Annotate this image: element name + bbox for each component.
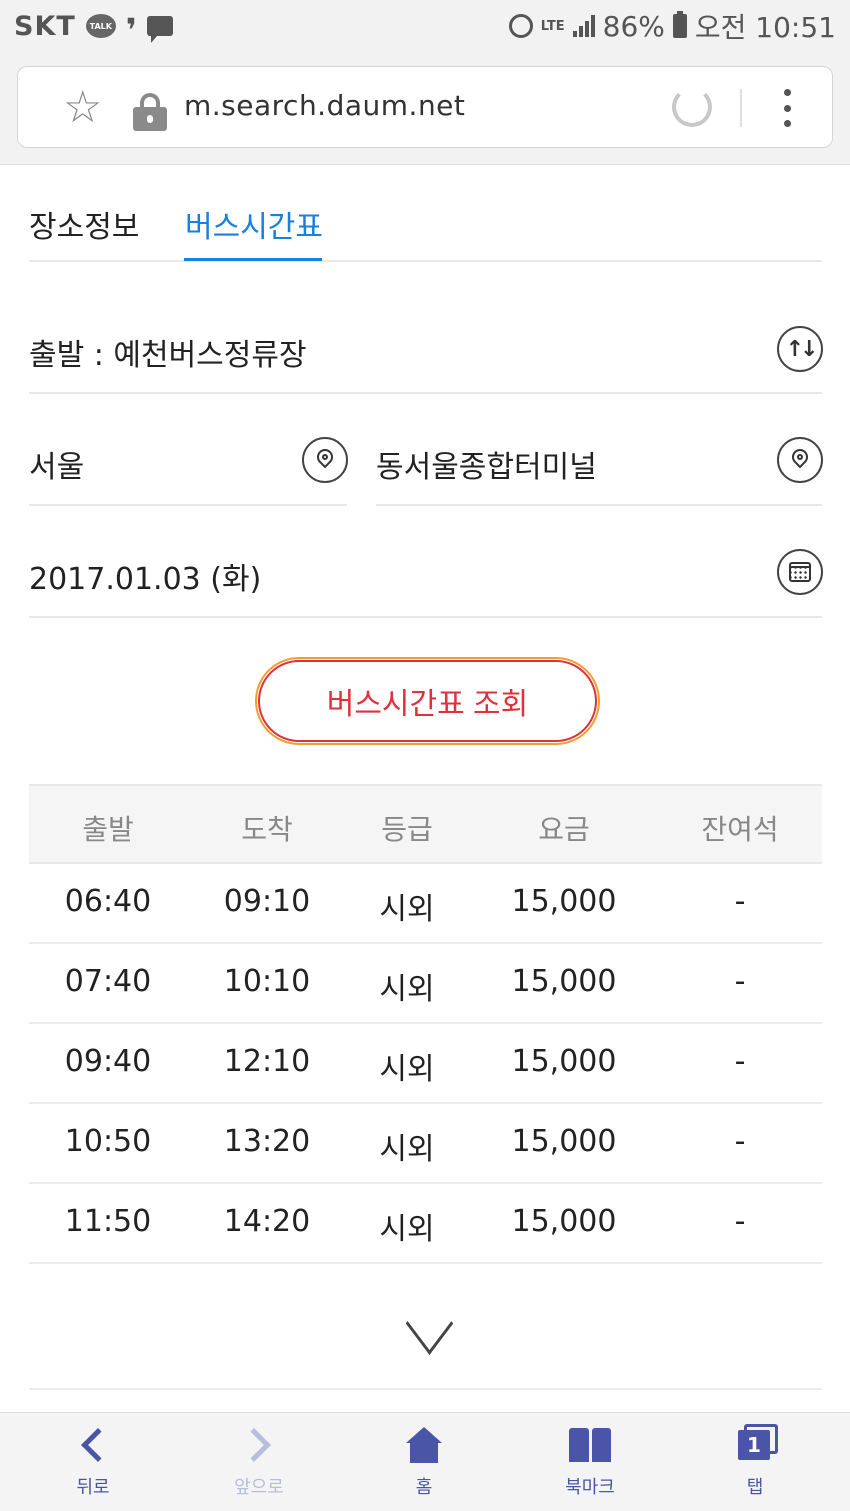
table-row[interactable]: 10:50 13:20 시외 15,000 - (29, 1104, 822, 1184)
divider (29, 1388, 822, 1390)
bookmark-icon (569, 1428, 611, 1462)
location-pin-icon (791, 449, 809, 471)
cell-arrival: 13:20 (223, 1124, 311, 1159)
chevron-down-icon[interactable] (403, 1304, 453, 1354)
cell-seats: - (734, 1124, 746, 1159)
home-label: 홈 (415, 1477, 433, 1498)
cell-fare: 15,000 (511, 1204, 617, 1239)
cell-fare: 15,000 (511, 1124, 617, 1159)
destination-city[interactable]: 서울 (29, 442, 84, 486)
calendar-button[interactable] (777, 549, 823, 595)
search-timetable-button[interactable]: 버스시간표 조회 (255, 657, 600, 745)
cell-seats: - (734, 884, 746, 919)
cell-fare: 15,000 (511, 1044, 617, 1079)
destination-terminal[interactable]: 동서울종합터미널 (376, 442, 597, 486)
tab-place-info[interactable]: 장소정보 (29, 202, 139, 246)
forward-icon (237, 1428, 271, 1462)
cell-departure: 10:50 (64, 1124, 152, 1159)
table-header: 출발 도착 등급 요금 잔여석 (29, 784, 822, 864)
battery-percent: 86% (602, 9, 665, 43)
tabs-label: 탭 (746, 1477, 764, 1498)
carrier-label: SKT (14, 10, 76, 42)
reload-icon[interactable] (672, 87, 712, 127)
departure-label: 출발 : 예천버스정류장 (29, 338, 307, 373)
notification-icon: ❜ (125, 11, 137, 49)
cell-fare: 15,000 (511, 964, 617, 999)
tab-count: 1 (738, 1430, 770, 1460)
divider (29, 504, 347, 506)
bottom-navigation: 뒤로 앞으로 홈 북마크 1 탭 (0, 1412, 850, 1511)
back-icon (81, 1428, 115, 1462)
header-fare: 요금 (538, 813, 590, 846)
table-row[interactable]: 11:50 14:20 시외 15,000 - (29, 1184, 822, 1264)
header-grade: 등급 (381, 813, 433, 846)
divider (376, 504, 822, 506)
url-text[interactable]: m.search.daum.net (184, 89, 465, 122)
lock-icon[interactable] (133, 93, 167, 131)
swap-icon: ↑↓ (785, 336, 819, 362)
forward-button[interactable]: 앞으로 (199, 1423, 319, 1499)
cell-seats: - (734, 1204, 746, 1239)
tabs-button[interactable]: 1 탭 (695, 1423, 815, 1499)
cell-grade: 시외 (379, 1132, 435, 1167)
cell-seats: - (734, 1044, 746, 1079)
divider (29, 392, 822, 394)
active-tab-indicator (184, 258, 322, 261)
signal-icon (572, 15, 595, 37)
cell-arrival: 09:10 (223, 884, 311, 919)
menu-icon[interactable] (783, 89, 791, 127)
bookmark-button[interactable]: 북마크 (530, 1423, 650, 1499)
lte-icon: LTE (540, 18, 565, 34)
status-bar: SKT TALK ❜ LTE 86% 오전 10:51 (0, 0, 850, 52)
forward-label: 앞으로 (234, 1477, 284, 1498)
swap-button[interactable]: ↑↓ (777, 326, 823, 372)
kakaotalk-icon: TALK (85, 14, 116, 38)
cell-departure: 07:40 (64, 964, 152, 999)
calendar-icon (789, 562, 811, 582)
cell-arrival: 14:20 (223, 1204, 311, 1239)
header-arrival: 도착 (241, 813, 293, 846)
cell-grade: 시외 (379, 972, 435, 1007)
message-icon (146, 16, 173, 43)
cell-departure: 06:40 (64, 884, 152, 919)
browser-toolbar: ☆ m.search.daum.net (0, 52, 850, 165)
cell-fare: 15,000 (511, 884, 617, 919)
table-row[interactable]: 09:40 12:10 시외 15,000 - (29, 1024, 822, 1104)
bus-timetable: 출발 도착 등급 요금 잔여석 06:40 09:10 시외 15,000 - … (29, 784, 822, 1264)
back-label: 뒤로 (76, 1477, 110, 1498)
tabs-icon: 1 (738, 1424, 778, 1460)
bookmark-label: 북마크 (565, 1477, 615, 1498)
city-location-button[interactable] (302, 437, 348, 483)
location-pin-icon (316, 449, 334, 471)
address-bar[interactable]: ☆ m.search.daum.net (17, 66, 833, 148)
table-row[interactable]: 06:40 09:10 시외 15,000 - (29, 864, 822, 944)
header-departure: 출발 (82, 813, 134, 846)
battery-icon (672, 11, 687, 38)
terminal-location-button[interactable] (777, 437, 823, 483)
cell-grade: 시외 (379, 892, 435, 927)
cell-seats: - (734, 964, 746, 999)
tab-bar: 장소정보 버스시간표 (29, 166, 822, 262)
toolbar-divider (740, 89, 742, 127)
page-content: 장소정보 버스시간표 출발 : 예천버스정류장 ↑↓ 서울 동서울종합터미널 2… (0, 166, 850, 1412)
date-field[interactable]: 2017.01.03 (화) (29, 554, 261, 598)
alarm-icon (508, 14, 533, 38)
cell-departure: 11:50 (64, 1204, 152, 1239)
back-button[interactable]: 뒤로 (33, 1423, 153, 1499)
header-seats: 잔여석 (701, 813, 779, 846)
cell-grade: 시외 (379, 1052, 435, 1087)
cell-grade: 시외 (379, 1212, 435, 1247)
star-icon[interactable]: ☆ (63, 86, 102, 130)
talk-badge: TALK (89, 21, 112, 31)
home-icon (406, 1427, 442, 1463)
cell-arrival: 12:10 (223, 1044, 311, 1079)
cell-arrival: 10:10 (223, 964, 311, 999)
table-row[interactable]: 07:40 10:10 시외 15,000 - (29, 944, 822, 1024)
divider (29, 616, 822, 618)
clock: 오전 10:51 (694, 11, 836, 44)
tab-bus-timetable[interactable]: 버스시간표 (185, 202, 323, 246)
cell-departure: 09:40 (64, 1044, 152, 1079)
home-button[interactable]: 홈 (364, 1423, 484, 1499)
